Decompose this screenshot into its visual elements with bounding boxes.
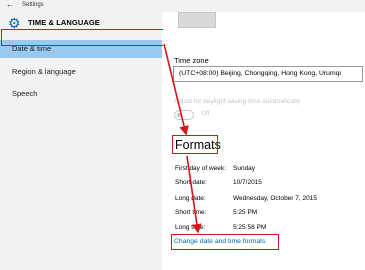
sidebar-header-label: TIME & LANGUAGE	[28, 18, 100, 27]
short-time-label: Short time:	[175, 209, 207, 216]
arrow-left-icon[interactable]: ←	[6, 0, 14, 10]
title-bar: ← Settings	[0, 0, 365, 12]
toggle-knob	[177, 113, 181, 117]
short-time-value: 5:25 PM	[233, 209, 258, 216]
long-date-value: Wednesday, October 7, 2015	[233, 195, 317, 202]
sidebar-item-region-language[interactable]: Region & language	[0, 63, 162, 81]
sidebar-item-speech[interactable]: Speech	[0, 85, 162, 103]
long-time-label: Long time:	[175, 224, 206, 231]
annotation-box-date-time	[1, 29, 165, 46]
window-title: Settings	[22, 2, 44, 8]
change-button[interactable]	[178, 12, 216, 28]
short-date-label: Short date:	[175, 179, 207, 186]
first-day-label: First day of week:	[175, 165, 226, 172]
main-content: Time zone (UTC+08:00) Beijing, Chongqing…	[163, 12, 365, 270]
short-date-value: 10/7/2015	[233, 179, 262, 186]
settings-window: ← Settings ⚙ TIME & LANGUAGE Date & time…	[0, 0, 365, 270]
long-date-label: Long date:	[175, 195, 206, 202]
annotation-box-link	[171, 234, 279, 250]
time-zone-label: Time zone	[174, 56, 209, 65]
dst-state: Off	[201, 110, 210, 117]
first-day-value: Sunday	[233, 165, 256, 172]
time-zone-select[interactable]: (UTC+08:00) Beijing, Chongqing, Hong Kon…	[173, 66, 363, 82]
gear-icon: ⚙	[8, 15, 21, 31]
sidebar: ⚙ TIME & LANGUAGE Date & time Region & l…	[0, 12, 162, 270]
dst-label: Adjust for daylight saving time automati…	[174, 98, 301, 105]
long-time-value: 5:25:58 PM	[233, 224, 267, 231]
annotation-box-formats	[172, 135, 218, 154]
dst-toggle[interactable]	[174, 110, 194, 120]
